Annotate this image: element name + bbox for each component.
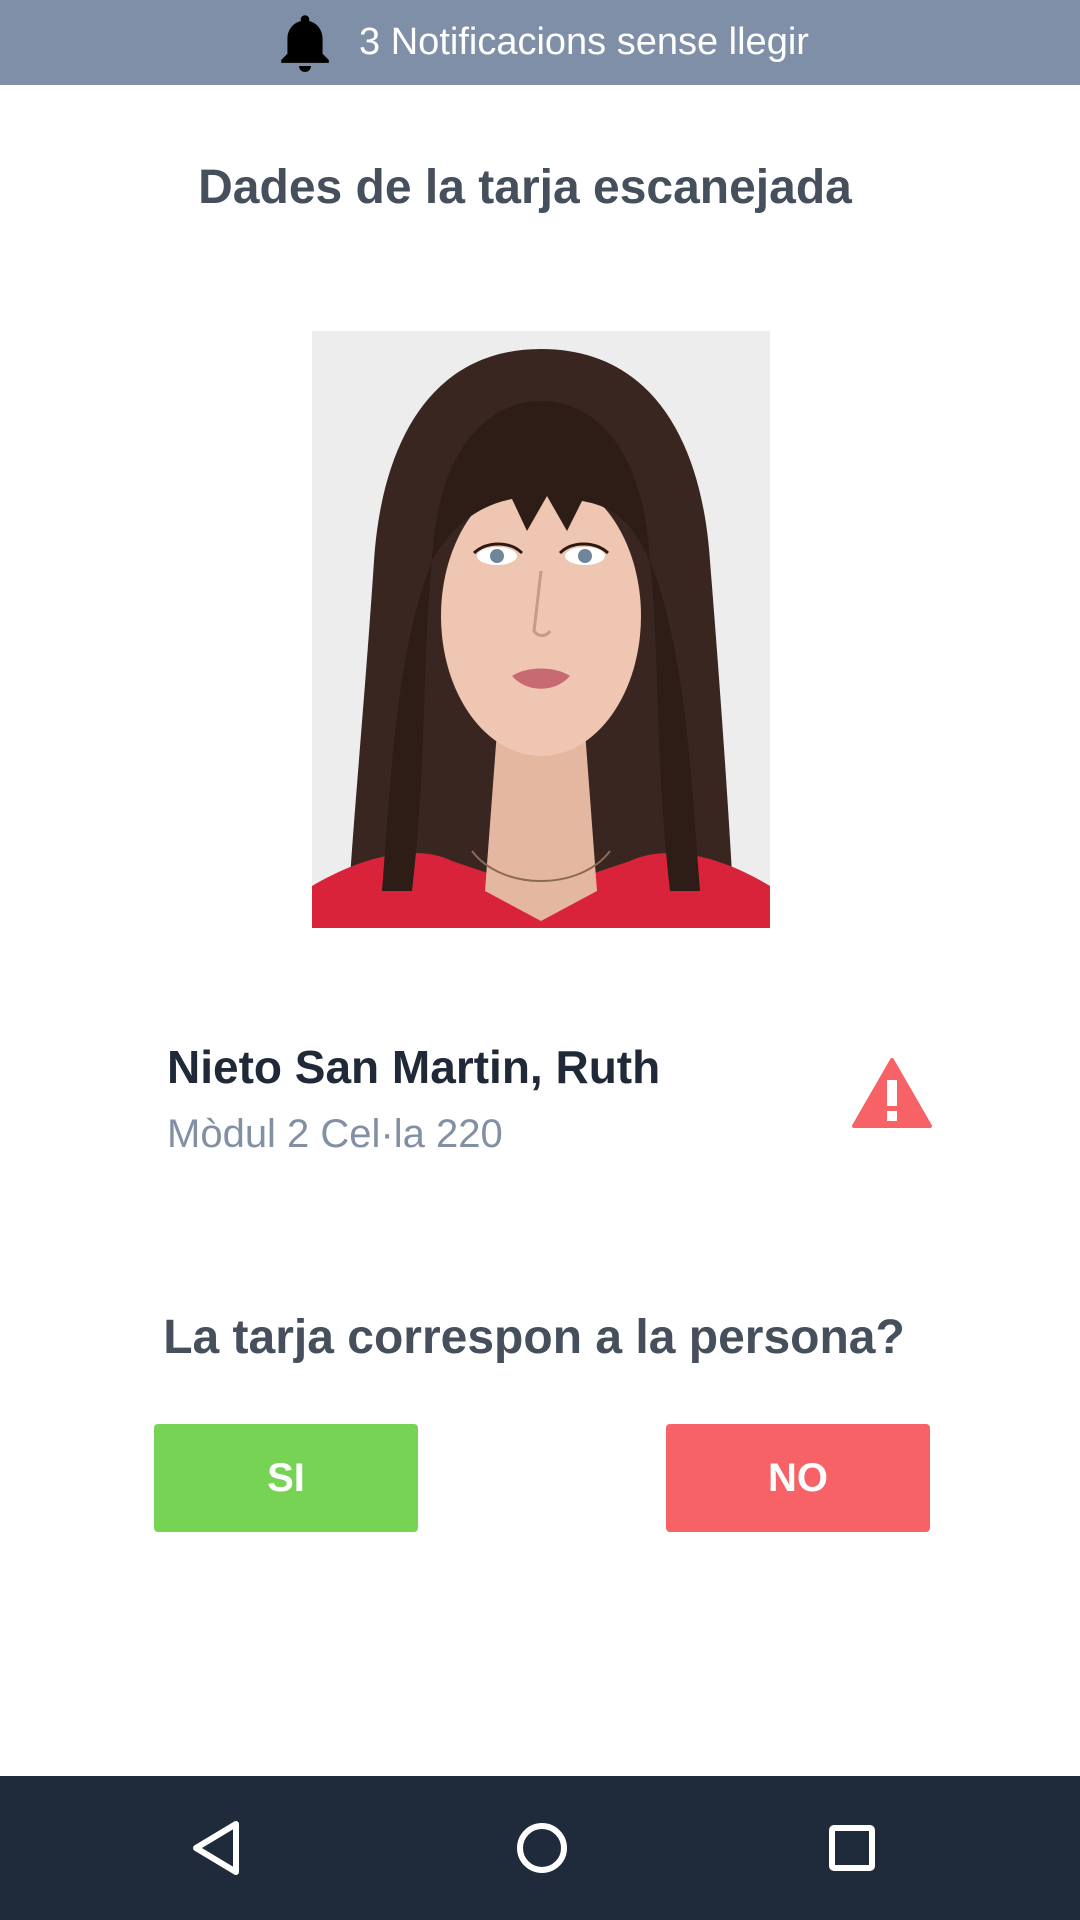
portrait-photo [312, 331, 770, 928]
notification-bar[interactable]: 3 Notificacions sense llegir [0, 0, 1080, 85]
page-title: Dades de la tarja escanejada [198, 161, 852, 214]
confirmation-question: La tarja correspon a la persona? [163, 1311, 905, 1364]
notification-content: 3 Notificacions sense llegir [271, 9, 809, 77]
notification-text: 3 Notificacions sense llegir [359, 21, 809, 63]
back-triangle-icon[interactable] [186, 1816, 250, 1880]
no-button[interactable]: NO [666, 1424, 930, 1532]
bell-icon [281, 14, 329, 72]
person-name: Nieto San Martin, Ruth [167, 1041, 661, 1093]
warning-icon[interactable] [852, 1058, 932, 1130]
recents-square-icon[interactable] [820, 1816, 884, 1880]
navigation-bar [0, 1776, 1080, 1920]
home-circle-icon[interactable] [510, 1816, 574, 1880]
person-location: Mòdul 2 Cel·la 220 [167, 1112, 503, 1156]
yes-button[interactable]: SI [154, 1424, 418, 1532]
